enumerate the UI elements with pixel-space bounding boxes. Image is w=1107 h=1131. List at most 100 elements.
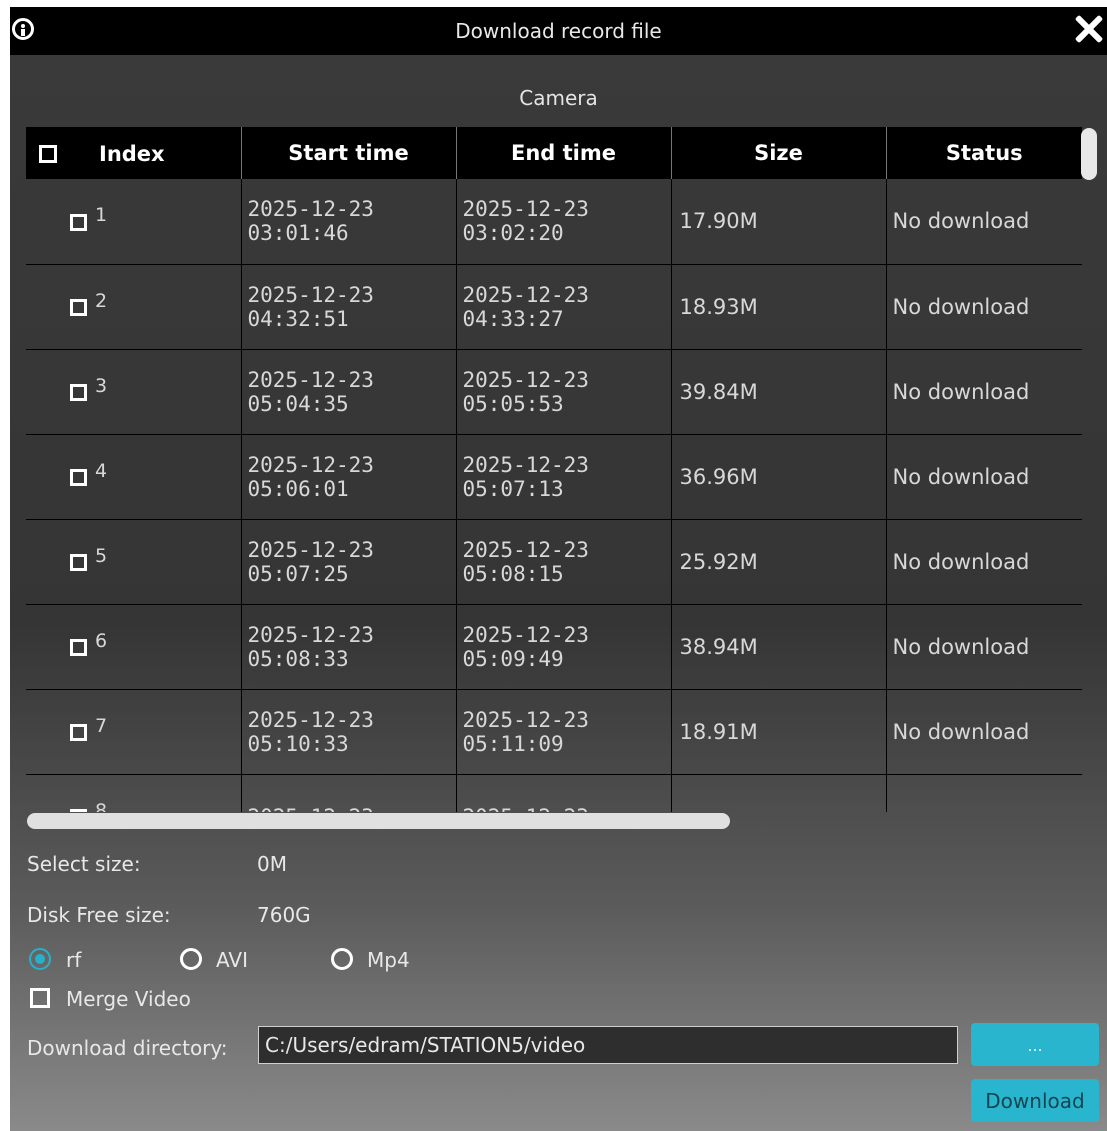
cell-start-time: 2025-12-23 05:08:33 bbox=[241, 604, 457, 690]
end-date: 2025-12-23 bbox=[462, 367, 589, 392]
cell-status: No download bbox=[886, 179, 1082, 265]
end-time: 05:08:15 bbox=[462, 561, 564, 586]
cell-size: 36.96M bbox=[671, 434, 887, 520]
cell-end-time: 2025-12-23 05:11:09 bbox=[456, 689, 672, 775]
select-size-value: 0M bbox=[257, 852, 287, 876]
end-date: 2025-12-23 bbox=[462, 282, 589, 307]
cell-end-time: 2025-12-23 05:08:15 bbox=[456, 519, 672, 605]
end-time: 04:33:27 bbox=[462, 306, 564, 331]
row-checkbox[interactable] bbox=[70, 469, 87, 486]
row-index: 5 bbox=[95, 544, 108, 567]
start-time: 05:10:33 bbox=[247, 731, 349, 756]
cell-index: 5 bbox=[26, 519, 242, 605]
format-rf-radio[interactable] bbox=[29, 948, 51, 970]
format-avi-label[interactable]: AVI bbox=[216, 948, 248, 972]
cell-start-time: 2025-12-23 05:06:01 bbox=[241, 434, 457, 520]
merge-video-checkbox[interactable] bbox=[30, 988, 50, 1008]
cell-index: 8 bbox=[26, 774, 242, 813]
end-time: 03:02:20 bbox=[462, 221, 564, 246]
start-date: 2025-12-23 bbox=[247, 282, 374, 307]
end-date: 2025-12-23 bbox=[462, 452, 589, 477]
table-row[interactable]: 3 2025-12-23 05:04:35 2025-12-23 05:05:53 39.… bbox=[26, 349, 1082, 435]
cell-status: No download bbox=[886, 604, 1082, 690]
start-date: 2025-12-23 bbox=[247, 197, 374, 222]
end-date: 2025-12-23 bbox=[462, 197, 589, 222]
row-index: 3 bbox=[95, 374, 108, 397]
cell-size: 17.90M bbox=[671, 179, 887, 265]
row-index: 8 bbox=[95, 799, 108, 813]
download-directory-input[interactable] bbox=[258, 1026, 958, 1064]
cell-start-time: 2025-12-23 05:07:25 bbox=[241, 519, 457, 605]
cell-status: No download bbox=[886, 689, 1082, 775]
table-row[interactable]: 1 2025-12-23 03:01:46 2025-12-23 03:02:20 17.… bbox=[26, 179, 1082, 265]
disk-free-label: Disk Free size: bbox=[27, 903, 171, 927]
start-time: 05:07:25 bbox=[247, 561, 349, 586]
row-index: 1 bbox=[95, 204, 108, 227]
row-checkbox[interactable] bbox=[70, 213, 87, 231]
start-time: 05:06:01 bbox=[247, 476, 349, 501]
cell-start-time: 2025-12-23 03:01:46 bbox=[241, 179, 457, 265]
format-mp4-label[interactable]: Mp4 bbox=[367, 948, 410, 972]
cell-start-time: 2025-12-23 05:10:33 bbox=[241, 689, 457, 775]
browse-button[interactable]: ... bbox=[971, 1023, 1099, 1066]
row-index: 4 bbox=[95, 459, 108, 482]
cell-start-time: 2025-12-23 05:04:35 bbox=[241, 349, 457, 435]
end-time: 05:09:49 bbox=[462, 646, 564, 671]
header-size[interactable]: Size bbox=[671, 127, 887, 179]
cell-index: 4 bbox=[26, 434, 242, 520]
row-checkbox[interactable] bbox=[70, 809, 87, 812]
record-table-container: Index Start time End time Size Status 1 2… bbox=[26, 127, 1100, 812]
table-row[interactable]: 4 2025-12-23 05:06:01 2025-12-23 05:07:13 36.… bbox=[26, 434, 1082, 520]
row-index: 2 bbox=[95, 289, 108, 312]
cell-size: 38.94M bbox=[671, 604, 887, 690]
table-row[interactable]: 2 2025-12-23 04:32:51 2025-12-23 04:33:27 18.… bbox=[26, 264, 1082, 350]
header-end-time[interactable]: End time bbox=[456, 127, 672, 179]
camera-label: Camera bbox=[519, 86, 598, 110]
row-checkbox[interactable] bbox=[70, 554, 87, 571]
download-directory-label: Download directory: bbox=[27, 1036, 228, 1060]
select-all-checkbox[interactable] bbox=[39, 144, 57, 163]
row-checkbox[interactable] bbox=[70, 724, 87, 741]
cell-status bbox=[886, 774, 1082, 812]
row-checkbox[interactable] bbox=[70, 299, 87, 316]
close-icon[interactable] bbox=[1075, 15, 1103, 43]
end-time: 05:05:53 bbox=[462, 391, 564, 416]
format-avi-radio[interactable] bbox=[180, 948, 202, 970]
download-button[interactable]: Download bbox=[971, 1079, 1099, 1122]
format-rf-label[interactable]: rf bbox=[66, 948, 81, 972]
start-time: 05:04:35 bbox=[247, 391, 349, 416]
cell-end-time: 2025-12-23 05:09:49 bbox=[456, 604, 672, 690]
table-row[interactable]: 5 2025-12-23 05:07:25 2025-12-23 05:08:15 25.… bbox=[26, 519, 1082, 605]
cell-index: 2 bbox=[26, 264, 242, 350]
header-index-label: Index bbox=[99, 141, 165, 166]
row-checkbox[interactable] bbox=[70, 639, 87, 656]
cell-status: No download bbox=[886, 519, 1082, 605]
record-table: Index Start time End time Size Status 1 2… bbox=[26, 127, 1082, 812]
header-status[interactable]: Status bbox=[886, 127, 1082, 179]
cell-status: No download bbox=[886, 264, 1082, 350]
row-checkbox[interactable] bbox=[70, 384, 87, 401]
cell-end-time: 2025-12-23 03:02:20 bbox=[456, 179, 672, 265]
horizontal-scrollbar[interactable] bbox=[27, 813, 730, 829]
start-date: 2025-12-23 bbox=[247, 367, 374, 392]
end-time: 05:07:13 bbox=[462, 476, 564, 501]
start-time: 03:01:46 bbox=[247, 221, 349, 246]
end-date: 2025-12-23 bbox=[462, 707, 589, 732]
table-row[interactable]: 6 2025-12-23 05:08:33 2025-12-23 05:09:49 38.… bbox=[26, 604, 1082, 690]
row-index: 7 bbox=[95, 714, 108, 737]
title-bar: Download record file bbox=[10, 7, 1107, 55]
cell-start-time: 2025-12-23 bbox=[241, 774, 457, 812]
cell-index: 6 bbox=[26, 604, 242, 690]
vertical-scrollbar[interactable] bbox=[1081, 128, 1097, 180]
cell-end-time: 2025-12-23 05:07:13 bbox=[456, 434, 672, 520]
header-start-time[interactable]: Start time bbox=[241, 127, 457, 179]
merge-video-label[interactable]: Merge Video bbox=[66, 987, 191, 1011]
cell-start-time: 2025-12-23 04:32:51 bbox=[241, 264, 457, 350]
cell-status: No download bbox=[886, 434, 1082, 520]
table-row[interactable]: 7 2025-12-23 05:10:33 2025-12-23 05:11:09 18.… bbox=[26, 689, 1082, 775]
format-mp4-radio[interactable] bbox=[331, 948, 353, 970]
cell-size: 18.93M bbox=[671, 264, 887, 350]
table-row[interactable]: 8 2025-12-23 2025-12-23 bbox=[26, 774, 1082, 812]
start-time: 04:32:51 bbox=[247, 306, 349, 331]
cell-index: 7 bbox=[26, 689, 242, 775]
